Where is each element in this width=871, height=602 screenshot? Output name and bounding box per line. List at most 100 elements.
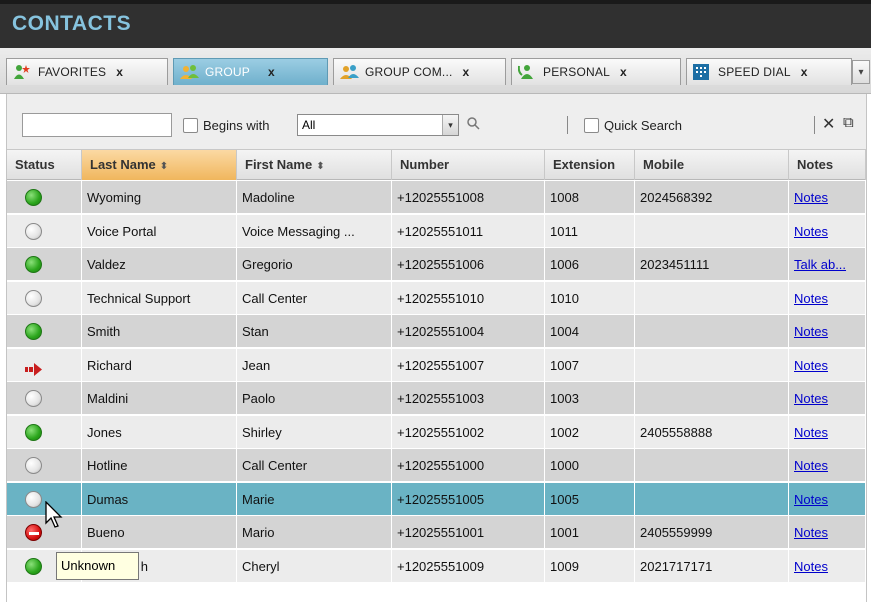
tab-favorites[interactable]: FAVORITES x (6, 58, 168, 85)
column-number[interactable]: Number (392, 150, 545, 180)
search-bar: Begins with All ▾ Quick Search ✕ ⧉ (7, 94, 866, 150)
column-last-name[interactable]: Last Name ⬍ (82, 150, 237, 180)
tab-overflow-chevron-icon[interactable]: ▾ (852, 60, 870, 84)
cell-number: +12025551004 (392, 315, 545, 348)
cell-number: +12025551002 (392, 415, 545, 449)
cell-notes[interactable]: Notes (789, 415, 866, 449)
cell-first-name: Jean (237, 348, 392, 382)
cell-notes[interactable]: Notes (789, 315, 866, 348)
group-people-icon (180, 64, 199, 80)
status-available-icon[interactable] (25, 423, 42, 441)
quick-search-checkbox[interactable] (584, 118, 599, 133)
column-status[interactable]: Status (7, 150, 82, 180)
filter-select[interactable]: All ▾ (297, 114, 459, 136)
cell-extension: 1003 (545, 382, 635, 415)
cell-status (7, 348, 82, 382)
quick-search-label: Quick Search (604, 118, 683, 133)
table-row[interactable]: Maldini Paolo +12025551003 1003 Notes (7, 382, 866, 415)
cell-mobile: 2405559999 (635, 516, 789, 549)
cell-mobile: 2021717171 (635, 549, 789, 583)
cell-number: +12025551001 (392, 516, 545, 549)
tab-group-common-close[interactable]: x (463, 65, 470, 79)
group-common-people-icon (340, 64, 359, 80)
contacts-panel: Begins with All ▾ Quick Search ✕ ⧉ Statu… (6, 94, 867, 602)
cell-last-name: Smith (82, 315, 237, 348)
table-row[interactable]: Jones Shirley +12025551002 1002 2405558888 No… (7, 415, 866, 449)
cell-notes[interactable]: Notes (789, 181, 866, 214)
cell-status (7, 315, 82, 348)
cell-status (7, 281, 82, 315)
cell-mobile (635, 281, 789, 315)
sort-arrows-icon: ⬍ (159, 161, 169, 172)
toolbar-divider-right (814, 116, 815, 134)
title-bar: CONTACTS (0, 0, 871, 48)
cell-first-name: Stan (237, 315, 392, 348)
cell-first-name: Call Center (237, 281, 392, 315)
begins-with-checkbox[interactable] (183, 118, 198, 133)
table-row[interactable]: Voice Portal Voice Messaging ... +12025551… (7, 214, 866, 248)
sort-arrows-icon: ⬍ (316, 161, 325, 172)
tab-favorites-close[interactable]: x (116, 65, 123, 79)
status-unknown-icon[interactable] (25, 457, 42, 474)
tab-speed-dial-close[interactable]: x (801, 65, 808, 79)
cell-first-name: Mario (237, 516, 392, 549)
tab-group-label: GROUP (205, 65, 251, 79)
cell-mobile (635, 315, 789, 348)
cell-notes[interactable]: Notes (789, 348, 866, 382)
tab-group-common[interactable]: GROUP COM... x (333, 58, 506, 85)
tab-group[interactable]: GROUP x (173, 58, 328, 85)
cell-notes[interactable]: Notes (789, 549, 866, 583)
speed-dial-keypad-icon (693, 64, 711, 80)
cell-notes[interactable]: Notes (789, 281, 866, 315)
status-available-icon[interactable] (25, 323, 42, 340)
table-row[interactable]: Bueno Mario +12025551001 1001 2405559999 Note… (7, 516, 866, 549)
cell-extension: 1011 (545, 214, 635, 248)
cell-notes[interactable]: Notes (789, 382, 866, 415)
cell-status (7, 214, 82, 248)
status-available-icon[interactable] (25, 557, 42, 575)
status-busy-icon[interactable] (25, 524, 42, 541)
tab-personal-close[interactable]: x (620, 65, 627, 79)
cell-extension: 1004 (545, 315, 635, 348)
status-unknown-icon[interactable] (25, 222, 42, 240)
column-first-name[interactable]: First Name ⬍ (237, 150, 392, 180)
cell-number: +12025551010 (392, 281, 545, 315)
table-row[interactable]: Dumas Marie +12025551005 1005 Notes (7, 482, 866, 516)
close-icon[interactable]: ✕ (822, 114, 835, 134)
status-unknown-icon[interactable] (25, 490, 42, 508)
tab-group-common-label: GROUP COM... (365, 65, 453, 79)
cell-status (7, 449, 82, 482)
table-row[interactable]: Valdez Gregorio +12025551006 1006 2023451111… (7, 248, 866, 281)
column-notes[interactable]: Notes (789, 150, 866, 180)
search-input[interactable] (22, 113, 172, 137)
status-unknown-icon[interactable] (25, 289, 42, 307)
cell-last-name: Valdez (82, 248, 237, 281)
tab-strip: FAVORITES x GROUP x GROUP COM... x PERSO… (0, 48, 871, 94)
search-icon[interactable] (466, 116, 482, 132)
table-row[interactable]: Richard Jean +12025551007 1007 Notes (7, 348, 866, 382)
status-available-icon[interactable] (25, 189, 42, 206)
status-available-icon[interactable] (25, 256, 42, 273)
cell-notes[interactable]: Notes (789, 214, 866, 248)
tab-speed-dial[interactable]: SPEED DIAL x (686, 58, 852, 85)
tab-personal[interactable]: PERSONAL x (511, 58, 681, 85)
status-unknown-icon[interactable] (25, 390, 42, 407)
column-mobile[interactable]: Mobile (635, 150, 789, 180)
cell-extension: 1000 (545, 449, 635, 482)
table-row[interactable]: Wyoming Madoline +12025551008 1008 202456839… (7, 181, 866, 214)
status-forwarded-icon[interactable] (25, 357, 42, 376)
popout-icon[interactable]: ⧉ (843, 114, 854, 131)
tab-group-close[interactable]: x (268, 65, 275, 79)
chevron-down-icon[interactable]: ▾ (442, 115, 458, 135)
cell-first-name: Marie (237, 482, 392, 516)
cell-last-name: Technical Support (82, 281, 237, 315)
cell-notes[interactable]: Notes (789, 482, 866, 516)
cell-status (7, 248, 82, 281)
table-row[interactable]: Technical Support Call Center +12025551010… (7, 281, 866, 315)
table-row[interactable]: Hotline Call Center +12025551000 1000 Notes (7, 449, 866, 482)
cell-notes[interactable]: Notes (789, 449, 866, 482)
cell-notes[interactable]: Talk ab... (789, 248, 866, 281)
cell-notes[interactable]: Notes (789, 516, 866, 549)
column-extension[interactable]: Extension (545, 150, 635, 180)
table-row[interactable]: Smith Stan +12025551004 1004 Notes (7, 315, 866, 348)
